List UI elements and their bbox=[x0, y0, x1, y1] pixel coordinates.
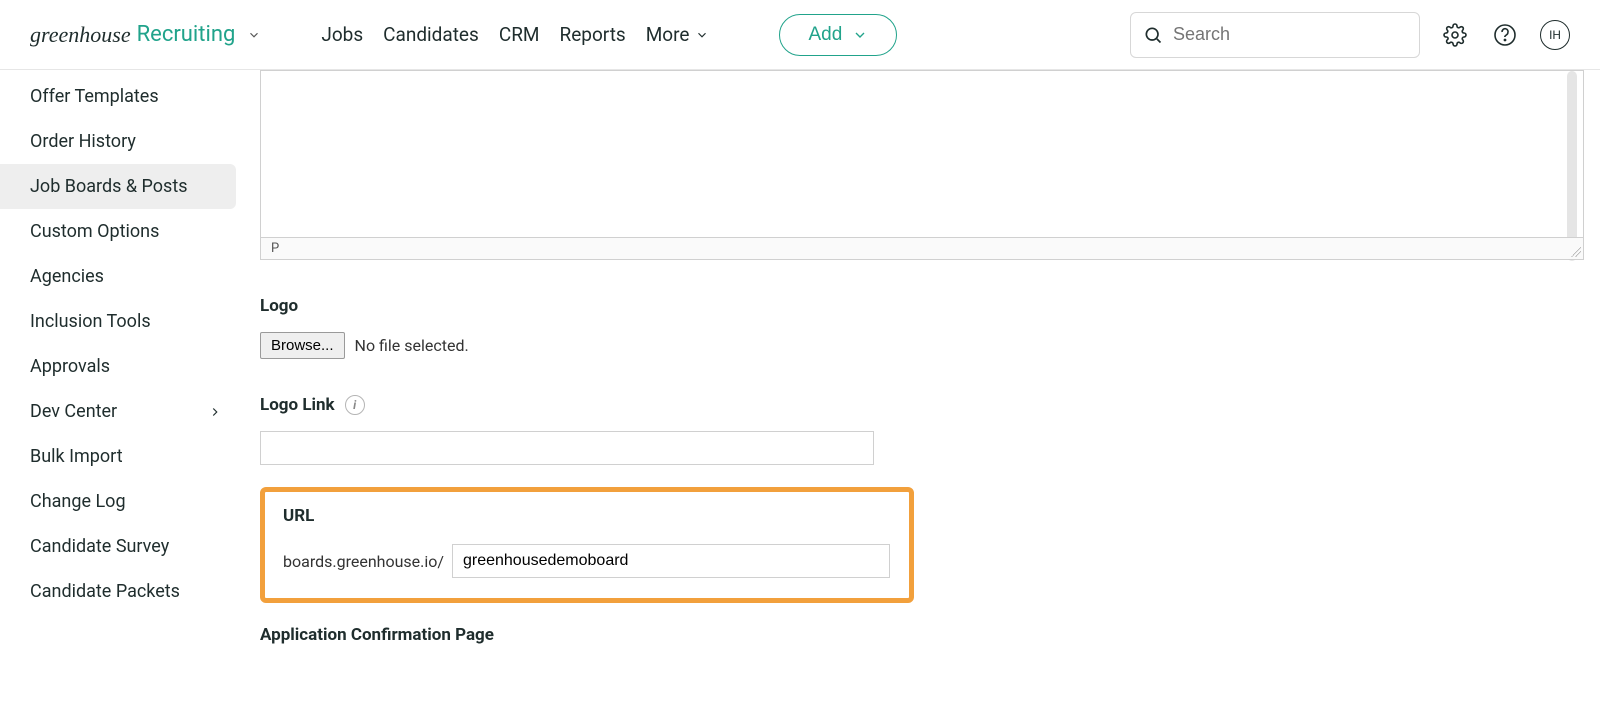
main-content: P Logo Browse... No file selected. Logo … bbox=[260, 70, 1600, 705]
sidebar-item-agencies[interactable]: Agencies bbox=[0, 254, 240, 299]
sidebar-item-custom-options[interactable]: Custom Options bbox=[0, 209, 240, 254]
nav-crm[interactable]: CRM bbox=[499, 23, 540, 46]
avatar-initials: IH bbox=[1549, 28, 1561, 42]
info-icon[interactable]: i bbox=[345, 395, 365, 415]
nav-candidates[interactable]: Candidates bbox=[383, 23, 479, 46]
chevron-down-icon bbox=[852, 27, 868, 43]
sidebar-item-candidate-packets[interactable]: Candidate Packets bbox=[0, 569, 240, 614]
settings-button[interactable] bbox=[1440, 20, 1470, 50]
scrollbar[interactable] bbox=[1567, 71, 1577, 261]
logo-product: Recruiting bbox=[137, 22, 236, 47]
sidebar-item-inclusion-tools[interactable]: Inclusion Tools bbox=[0, 299, 240, 344]
resize-handle-icon[interactable] bbox=[1571, 247, 1581, 257]
application-confirmation-label: Application Confirmation Page bbox=[260, 625, 1600, 645]
sidebar-item-dev-center[interactable]: Dev Center bbox=[0, 389, 240, 434]
logo-upload-row: Browse... No file selected. bbox=[260, 332, 1600, 359]
sidebar-item-approvals[interactable]: Approvals bbox=[0, 344, 240, 389]
sidebar-item-change-log[interactable]: Change Log bbox=[0, 479, 240, 524]
primary-nav: Jobs Candidates CRM Reports More bbox=[321, 23, 709, 46]
nav-reports[interactable]: Reports bbox=[560, 23, 626, 46]
url-prefix-text: boards.greenhouse.io/ bbox=[283, 552, 444, 571]
editor-path-footer: P bbox=[261, 237, 1583, 259]
nav-jobs[interactable]: Jobs bbox=[321, 23, 363, 46]
file-status-text: No file selected. bbox=[355, 336, 469, 355]
editor-path-text: P bbox=[271, 241, 279, 256]
logo-label: Logo bbox=[260, 296, 1600, 316]
header: greenhouse Recruiting Jobs Candidates CR… bbox=[0, 0, 1600, 70]
nav-more[interactable]: More bbox=[646, 23, 710, 46]
search-icon bbox=[1143, 25, 1163, 45]
sidebar-item-offer-templates[interactable]: Offer Templates bbox=[0, 74, 240, 119]
url-row: boards.greenhouse.io/ bbox=[283, 544, 891, 578]
chevron-down-icon bbox=[247, 28, 261, 42]
logo-link-label: Logo Link i bbox=[260, 395, 1600, 415]
add-button[interactable]: Add bbox=[779, 14, 897, 56]
chevron-down-icon bbox=[695, 28, 709, 42]
logo-brand: greenhouse bbox=[30, 22, 131, 48]
sidebar-item-candidate-survey[interactable]: Candidate Survey bbox=[0, 524, 240, 569]
search-wrap[interactable] bbox=[1130, 12, 1420, 58]
sidebar-item-order-history[interactable]: Order History bbox=[0, 119, 240, 164]
help-button[interactable] bbox=[1490, 20, 1520, 50]
sidebar-item-job-boards-posts[interactable]: Job Boards & Posts bbox=[0, 164, 236, 209]
logo-link-input[interactable] bbox=[260, 431, 874, 465]
url-slug-input[interactable] bbox=[452, 544, 890, 578]
url-section-highlight: URL boards.greenhouse.io/ bbox=[260, 487, 914, 603]
help-icon bbox=[1493, 23, 1517, 47]
sidebar-item-bulk-import[interactable]: Bulk Import bbox=[0, 434, 240, 479]
logo[interactable]: greenhouse Recruiting bbox=[30, 22, 261, 48]
search-input[interactable] bbox=[1173, 24, 1407, 45]
rich-text-editor[interactable]: P bbox=[260, 70, 1584, 260]
chevron-right-icon bbox=[208, 405, 222, 419]
sidebar: Offer Templates Order History Job Boards… bbox=[0, 70, 240, 705]
url-label: URL bbox=[283, 506, 891, 526]
avatar[interactable]: IH bbox=[1540, 20, 1570, 50]
gear-icon bbox=[1443, 23, 1467, 47]
browse-button[interactable]: Browse... bbox=[260, 332, 345, 359]
